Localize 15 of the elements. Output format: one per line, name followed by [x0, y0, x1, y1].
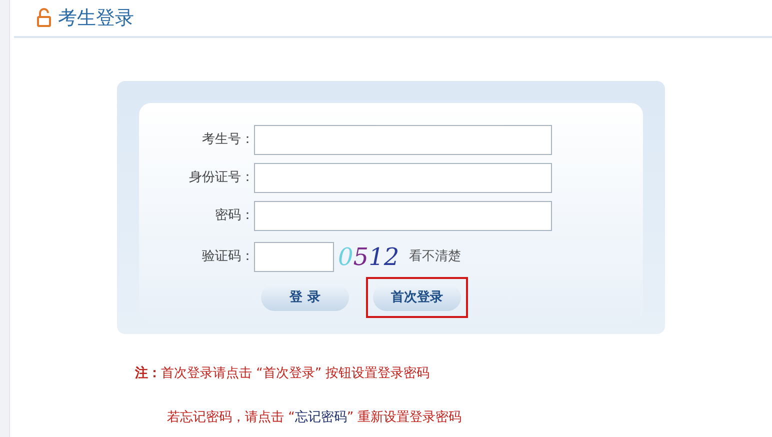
field-label: 密码：	[214, 207, 254, 226]
padlock-icon	[36, 8, 52, 28]
input-field[interactable]	[254, 201, 552, 231]
note-text: 若忘记密码，请点击 “忘记密码” 重新设置登录密码	[167, 408, 463, 426]
input-field[interactable]	[254, 163, 552, 193]
field-label: 验证码：	[201, 248, 254, 266]
field-label: 考生号：	[201, 131, 254, 150]
refresh-captcha-link[interactable]: 看不清楚	[409, 247, 462, 267]
input-field[interactable]	[254, 125, 552, 155]
note-text: 注：首次登录请点击 “首次登录” 按钮设置登录密码	[135, 364, 431, 383]
input-field[interactable]	[254, 242, 334, 272]
page-title: 考生登录	[58, 6, 134, 31]
captcha-image: 0512	[338, 242, 400, 273]
forgot-password-link[interactable]: 忘记密码	[294, 410, 347, 424]
field-label: 身份证号：	[188, 169, 254, 188]
